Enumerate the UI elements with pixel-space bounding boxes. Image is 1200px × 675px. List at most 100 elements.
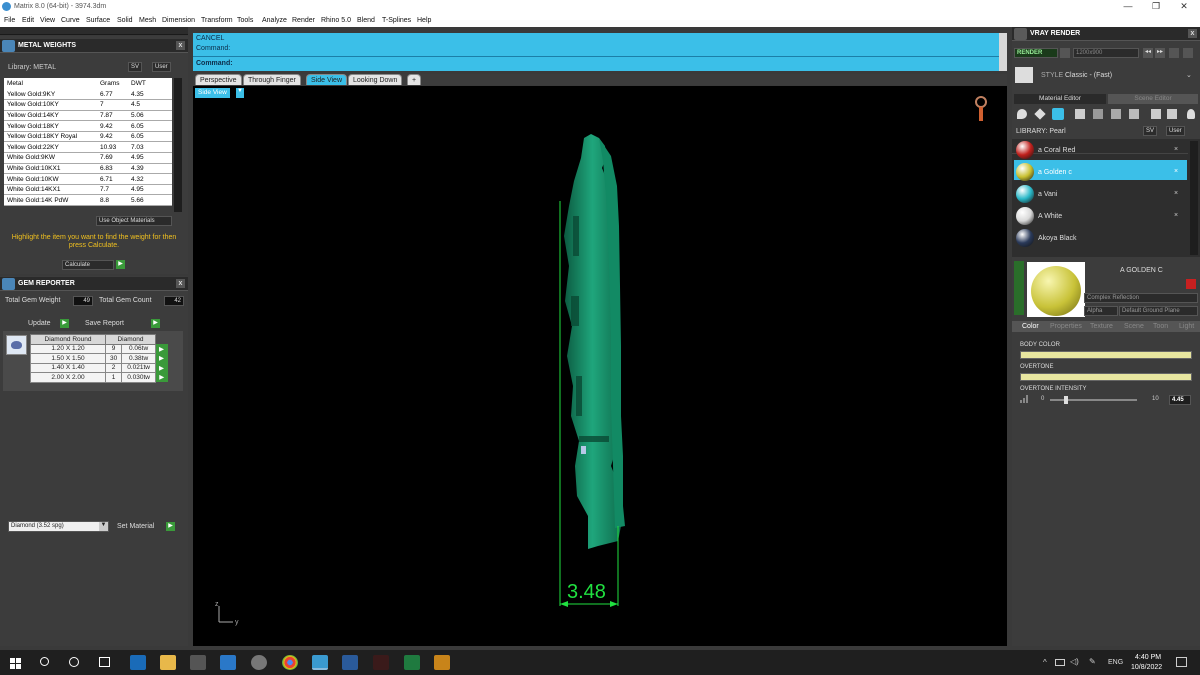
- last-icon[interactable]: ▸▸: [1155, 48, 1165, 58]
- tab-scene-editor[interactable]: Scene Editor: [1108, 94, 1198, 104]
- side-viewport[interactable]: Side View ▼ 3.48 z y: [193, 86, 1007, 646]
- tab-add[interactable]: +: [407, 74, 422, 85]
- set-material-go-icon[interactable]: ▶: [166, 522, 175, 531]
- alpha-select[interactable]: Alpha: [1084, 306, 1118, 316]
- user-button[interactable]: User: [152, 62, 171, 72]
- intensity-value[interactable]: 4.45: [1169, 395, 1191, 405]
- menu-blend[interactable]: Blend: [357, 17, 375, 24]
- menu-file[interactable]: File: [4, 17, 15, 24]
- table-row[interactable]: Yellow Gold:18KY 9.42 6.05: [4, 120, 172, 132]
- resolution-field[interactable]: 1200x900: [1073, 48, 1139, 58]
- menu-tsplines[interactable]: T-Splines: [382, 17, 411, 24]
- row-go-icon[interactable]: ▶: [155, 372, 168, 382]
- calculate-button[interactable]: Calculate: [62, 260, 114, 270]
- tab-looking-down[interactable]: Looking Down: [348, 74, 403, 85]
- vray-app-icon[interactable]: [373, 655, 389, 670]
- menu-solid[interactable]: Solid: [117, 17, 133, 24]
- sphere-icon[interactable]: [1052, 108, 1064, 120]
- user-button[interactable]: User: [1166, 126, 1185, 136]
- set-material-button[interactable]: Set Material: [117, 523, 154, 530]
- pattern-icon[interactable]: [1093, 109, 1103, 119]
- body-color-slider[interactable]: [1020, 351, 1192, 359]
- command-area[interactable]: CANCEL Command: Command:: [193, 33, 1007, 71]
- menu-render[interactable]: Render: [292, 17, 315, 24]
- mail-icon[interactable]: [220, 655, 236, 670]
- task-view-icon[interactable]: [99, 657, 110, 667]
- table-row[interactable]: Yellow Gold:14KY 7.87 5.06: [4, 110, 172, 122]
- reflection-select[interactable]: Complex Reflection: [1084, 293, 1198, 303]
- sv-button[interactable]: SV: [128, 62, 143, 72]
- table-row[interactable]: White Gold:9KW 7.69 4.95: [4, 152, 172, 164]
- notification-icon[interactable]: [1176, 657, 1187, 667]
- remove-icon[interactable]: ×: [1174, 168, 1178, 175]
- intensity-handle[interactable]: [1064, 396, 1068, 404]
- menu-tools[interactable]: Tools: [237, 17, 253, 24]
- row-go-icon[interactable]: ▶: [155, 363, 168, 373]
- calculate-go-icon[interactable]: ▶: [116, 260, 125, 269]
- menu-help[interactable]: Help: [417, 17, 431, 24]
- clock-time[interactable]: 4:40 PM: [1135, 654, 1161, 661]
- tab-scene[interactable]: Scene: [1124, 323, 1144, 330]
- update-button[interactable]: Update: [28, 320, 51, 327]
- texture-icon[interactable]: [1075, 109, 1085, 119]
- table-row[interactable]: 1.50 X 1.50 30 0.38tw ▶: [30, 353, 168, 364]
- material-swatch[interactable]: [1016, 207, 1034, 225]
- chevron-down-icon[interactable]: ⌄: [1186, 71, 1192, 79]
- tab-color[interactable]: Color: [1022, 323, 1039, 330]
- grid-icon[interactable]: [1183, 48, 1193, 58]
- menu-edit[interactable]: Edit: [22, 17, 34, 24]
- close-button[interactable]: ✕: [1174, 1, 1194, 12]
- edge-icon[interactable]: [130, 655, 146, 670]
- row-go-icon[interactable]: ▶: [155, 344, 168, 354]
- collapse-toggle[interactable]: [1014, 261, 1024, 315]
- menu-curve[interactable]: Curve: [61, 17, 80, 24]
- render-button[interactable]: RENDER: [1014, 48, 1058, 58]
- light-icon[interactable]: [1187, 109, 1195, 119]
- remove-icon[interactable]: ×: [1174, 212, 1178, 219]
- save-report-go-icon[interactable]: ▶: [151, 319, 160, 328]
- layers-icon[interactable]: [1129, 109, 1139, 119]
- tab-through-finger[interactable]: Through Finger: [243, 74, 301, 85]
- grid-pattern-icon[interactable]: [1111, 109, 1121, 119]
- reset-icon[interactable]: [1186, 279, 1196, 289]
- menu-view[interactable]: View: [40, 17, 55, 24]
- pen-icon[interactable]: ✎: [1089, 657, 1096, 666]
- app-icon[interactable]: [434, 655, 450, 670]
- table-row[interactable]: White Gold:10KX1 6.83 4.39: [4, 163, 172, 175]
- tab-perspective[interactable]: Perspective: [195, 74, 242, 85]
- diamond-shape-icon[interactable]: [1034, 108, 1046, 120]
- chrome-icon[interactable]: [282, 655, 298, 670]
- command-scrollbar[interactable]: [999, 33, 1007, 71]
- first-icon[interactable]: ◂◂: [1143, 48, 1153, 58]
- search-icon[interactable]: [40, 657, 49, 666]
- brush-icon[interactable]: [1167, 109, 1177, 119]
- style-value[interactable]: Classic - (Fast): [1065, 72, 1112, 79]
- left-panel-slider[interactable]: [0, 27, 188, 35]
- material-name-2[interactable]: a Vani: [1038, 191, 1057, 198]
- cortana-icon[interactable]: [69, 657, 79, 667]
- table-row[interactable]: Yellow Gold:10KY 7 4.5: [4, 99, 172, 111]
- excel-icon[interactable]: [404, 655, 420, 670]
- chevron-down-icon[interactable]: ▼: [99, 522, 108, 531]
- close-icon[interactable]: x: [176, 279, 185, 288]
- close-icon[interactable]: x: [176, 41, 185, 50]
- windows-start-icon[interactable]: [10, 658, 21, 669]
- material-swatch[interactable]: [1016, 163, 1034, 181]
- row-go-icon[interactable]: ▶: [155, 353, 168, 363]
- tab-material-editor[interactable]: Material Editor: [1014, 94, 1106, 104]
- material-name-1[interactable]: a Golden c: [1038, 169, 1072, 176]
- paint-icon[interactable]: [1151, 109, 1161, 119]
- maximize-button[interactable]: ❐: [1146, 1, 1166, 12]
- material-swatch[interactable]: [1016, 141, 1034, 159]
- tab-properties[interactable]: Properties: [1050, 323, 1082, 330]
- use-object-materials-button[interactable]: Use Object Materials: [96, 216, 172, 226]
- ground-select[interactable]: Default Ground Plane: [1119, 306, 1198, 316]
- rhino-icon[interactable]: [251, 655, 267, 670]
- drop-icon[interactable]: [1017, 109, 1027, 119]
- overtone-slider[interactable]: [1020, 373, 1192, 381]
- material-name-3[interactable]: A White: [1038, 213, 1062, 220]
- menu-transform[interactable]: Transform: [201, 17, 233, 24]
- table-row[interactable]: White Gold:14KX1 7.7 4.95: [4, 184, 172, 196]
- table-row[interactable]: Yellow Gold:18KY Royal 9.42 6.05: [4, 131, 172, 143]
- material-name-4[interactable]: Akoya Black: [1038, 235, 1077, 242]
